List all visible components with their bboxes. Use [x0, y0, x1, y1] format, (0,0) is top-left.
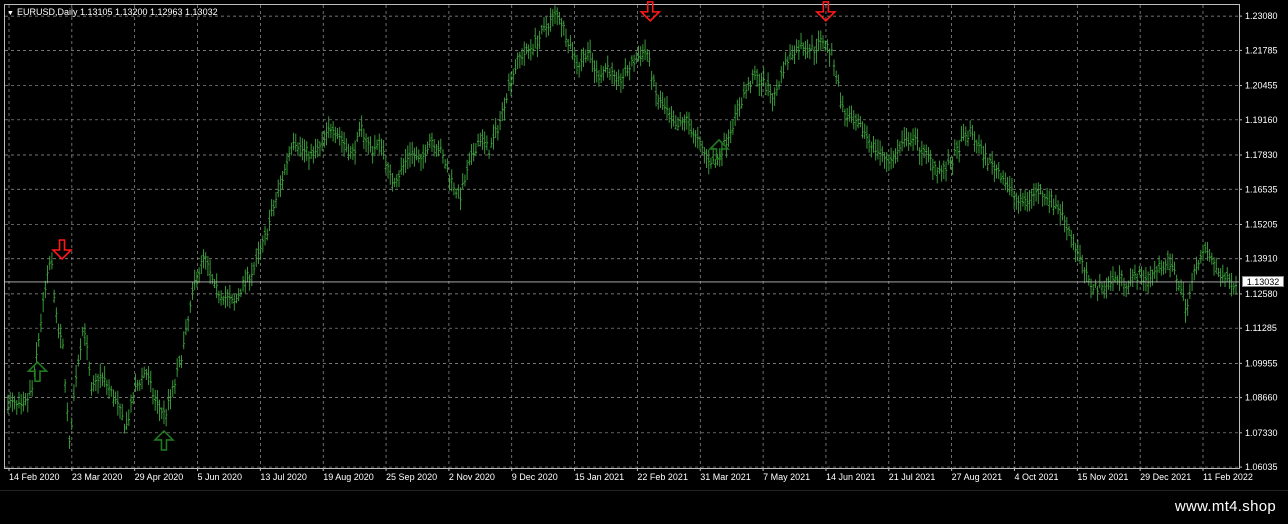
y-tick-label: 1.16535	[1245, 184, 1278, 194]
y-tick-label: 1.11285	[1245, 323, 1277, 333]
x-tick-label: 19 Aug 2020	[323, 472, 374, 482]
sell-arrow-icon	[51, 239, 73, 261]
collapse-triangle-icon[interactable]: ▼	[7, 10, 14, 17]
x-tick-label: 7 May 2021	[763, 472, 810, 482]
y-tick-label: 1.15205	[1245, 219, 1278, 229]
y-tick-label: 1.12580	[1245, 289, 1278, 299]
x-tick-label: 5 Jun 2020	[198, 472, 243, 482]
buy-arrow-icon	[708, 138, 730, 160]
price-chart[interactable]: 14 Feb 2020 23 Mar 2020 29 Apr 2020 5 Jun 2…	[0, 0, 1288, 490]
x-tick-label: 14 Feb 2020	[9, 472, 60, 482]
y-tick-label: 1.07330	[1245, 428, 1278, 438]
buy-arrow-icon	[153, 429, 175, 451]
watermark-text: www.mt4.shop	[1174, 498, 1276, 515]
y-tick-label: 1.23080	[1245, 11, 1278, 21]
x-tick-label: 23 Mar 2020	[72, 472, 123, 482]
x-tick-label: 29 Dec 2021	[1140, 472, 1191, 482]
x-tick-label: 14 Jun 2021	[826, 472, 876, 482]
symbol-ohlc-label: EURUSD,Daily 1.13105 1.13200 1.12963 1.1…	[16, 7, 218, 17]
x-tick-label: 9 Dec 2020	[512, 472, 558, 482]
chart-window[interactable]: 14 Feb 2020 23 Mar 2020 29 Apr 2020 5 Jun 2…	[0, 0, 1288, 490]
y-tick-label: 1.20455	[1245, 81, 1278, 91]
x-tick-label: 15 Nov 2021	[1077, 472, 1128, 482]
x-tick-label: 29 Apr 2020	[135, 472, 184, 482]
x-tick-label: 21 Jul 2021	[889, 472, 936, 482]
x-tick-label: 27 Aug 2021	[952, 472, 1003, 482]
y-tick-label: 1.08660	[1245, 393, 1278, 403]
x-tick-label: 11 Feb 2022	[1203, 472, 1253, 482]
y-tick-label: 1.13910	[1245, 254, 1278, 264]
price-bars	[6, 5, 1238, 450]
x-tick-label: 31 Mar 2021	[700, 472, 751, 482]
y-tick-label: 1.19160	[1245, 115, 1278, 125]
sell-arrow-icon	[639, 1, 662, 23]
x-tick-label: 15 Jan 2021	[575, 472, 625, 482]
chart-header: ▼ EURUSD,Daily 1.13105 1.13200 1.12963 1.…	[7, 6, 218, 20]
x-tick-label: 2 Nov 2020	[449, 472, 495, 482]
y-tick-label: 1.17830	[1245, 150, 1278, 160]
buy-arrow-icon	[26, 361, 49, 382]
x-tick-label: 13 Jul 2020	[260, 472, 307, 482]
footer-bar: www.mt4.shop	[0, 490, 1288, 524]
x-tick-label: 4 Oct 2021	[1014, 472, 1058, 482]
y-tick-label: 1.21785	[1245, 45, 1278, 55]
y-tick-label: 1.09955	[1245, 358, 1278, 368]
x-tick-label: 22 Feb 2021	[637, 472, 688, 482]
y-tick-label: 1.06035	[1245, 462, 1278, 472]
current-price-label: 1.13032	[1242, 276, 1284, 288]
x-tick-label: 25 Sep 2020	[386, 472, 437, 482]
